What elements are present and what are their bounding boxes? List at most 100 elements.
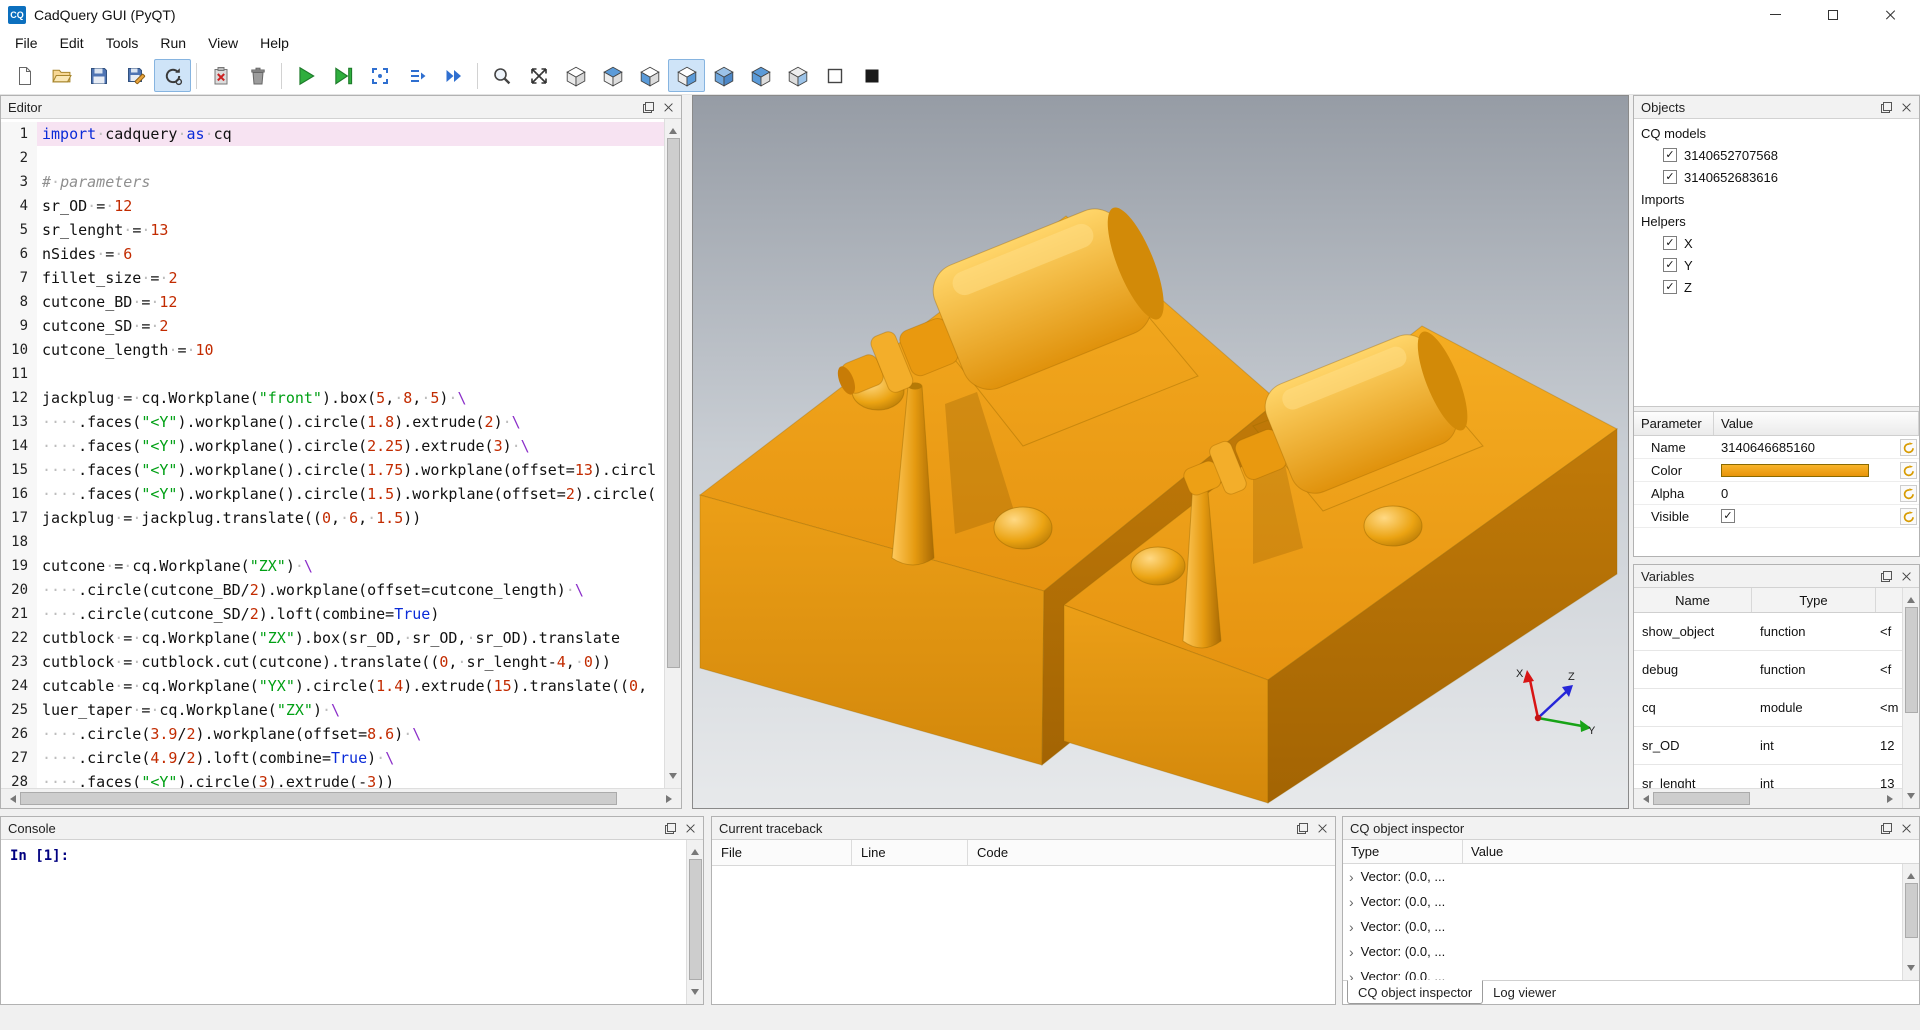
- variable-row-cq[interactable]: cqmodule<m: [1634, 689, 1902, 727]
- scroll-down-icon[interactable]: [669, 773, 677, 783]
- render-button[interactable]: [287, 59, 324, 92]
- variable-row-sr_lenght[interactable]: sr_lenghtint13: [1634, 765, 1902, 788]
- zoom-to-fit-button[interactable]: [483, 59, 520, 92]
- code-line[interactable]: 28····.faces("<Y").circle(3).extrude(-3)…: [1, 770, 664, 788]
- tree-item-3140652683616[interactable]: ✓3140652683616: [1634, 166, 1919, 188]
- new-script-button[interactable]: [6, 59, 43, 92]
- save-script-button[interactable]: [80, 59, 117, 92]
- view-top-button[interactable]: [594, 59, 631, 92]
- property-value[interactable]: 0: [1714, 486, 1919, 501]
- scroll-down-icon[interactable]: [691, 989, 699, 999]
- variables-close-icon[interactable]: [1901, 571, 1912, 582]
- code-line[interactable]: 19cutcone·=·cq.Workplane("ZX")·\: [1, 554, 664, 578]
- expand-arrow-icon[interactable]: ›: [1349, 894, 1354, 910]
- scroll-left-icon[interactable]: [1639, 795, 1649, 803]
- reset-value-button[interactable]: [1900, 485, 1917, 502]
- inspector-row[interactable]: ›Vector: (0.0, ...: [1343, 939, 1902, 964]
- code-line[interactable]: 14····.faces("<Y").workplane().circle(2.…: [1, 434, 664, 458]
- inspector-row[interactable]: ›Vector: (0.0, ...: [1343, 964, 1902, 980]
- reset-value-button[interactable]: [1900, 462, 1917, 479]
- traceback-float-icon[interactable]: [1297, 823, 1308, 834]
- checkbox[interactable]: ✓: [1663, 258, 1677, 272]
- code-line[interactable]: 5sr_lenght·=·13: [1, 218, 664, 242]
- scrollbar-thumb[interactable]: [689, 859, 702, 980]
- scroll-right-icon[interactable]: [1887, 795, 1897, 803]
- view-isometric-button[interactable]: [557, 59, 594, 92]
- variable-row-debug[interactable]: debugfunction<f: [1634, 651, 1902, 689]
- expand-arrow-icon[interactable]: ›: [1349, 944, 1354, 960]
- delete-objects-button[interactable]: [239, 59, 276, 92]
- scrollbar-thumb[interactable]: [1653, 792, 1750, 805]
- debug-button[interactable]: [324, 59, 361, 92]
- variable-row-show_object[interactable]: show_objectfunction<f: [1634, 613, 1902, 651]
- scroll-up-icon[interactable]: [1907, 593, 1915, 603]
- tab-log-viewer[interactable]: Log viewer: [1483, 981, 1566, 1004]
- code-line[interactable]: 2: [1, 146, 664, 170]
- variables-vertical-scrollbar[interactable]: [1902, 588, 1919, 808]
- checkbox[interactable]: ✓: [1663, 236, 1677, 250]
- code-line[interactable]: 8cutcone_BD·=·12: [1, 290, 664, 314]
- inspector-row[interactable]: ›Vector: (0.0, ...: [1343, 914, 1902, 939]
- scroll-up-icon[interactable]: [1907, 869, 1915, 879]
- open-script-button[interactable]: [43, 59, 80, 92]
- tree-item-z[interactable]: ✓Z: [1634, 276, 1919, 298]
- inspector-close-icon[interactable]: [1901, 823, 1912, 834]
- checkbox[interactable]: ✓: [1663, 280, 1677, 294]
- code-line[interactable]: 17jackplug·=·jackplug.translate((0,·6,·1…: [1, 506, 664, 530]
- checkbox[interactable]: ✓: [1663, 170, 1677, 184]
- tree-item-3140652707568[interactable]: ✓3140652707568: [1634, 144, 1919, 166]
- inspector-vertical-scrollbar[interactable]: [1902, 864, 1919, 980]
- clear-console-button[interactable]: [202, 59, 239, 92]
- expand-arrow-icon[interactable]: ›: [1349, 869, 1354, 885]
- close-button[interactable]: [1862, 0, 1920, 29]
- code-line[interactable]: 12jackplug·=·cq.Workplane("front").box(5…: [1, 386, 664, 410]
- menu-view[interactable]: View: [197, 31, 249, 55]
- tree-item-y[interactable]: ✓Y: [1634, 254, 1919, 276]
- scroll-up-icon[interactable]: [691, 845, 699, 855]
- console-float-icon[interactable]: [665, 823, 676, 834]
- maximize-button[interactable]: [1804, 0, 1862, 29]
- code-line[interactable]: 18: [1, 530, 664, 554]
- scroll-up-icon[interactable]: [669, 124, 677, 134]
- code-line[interactable]: 15····.faces("<Y").workplane().circle(1.…: [1, 458, 664, 482]
- checkbox[interactable]: ✓: [1663, 148, 1677, 162]
- save-script-as-button[interactable]: [117, 59, 154, 92]
- console-vertical-scrollbar[interactable]: [686, 840, 703, 1004]
- code-line[interactable]: 22cutblock·=·cq.Workplane("ZX").box(sr_O…: [1, 626, 664, 650]
- code-line[interactable]: 27····.circle(4.9/2).loft(combine=True)·…: [1, 746, 664, 770]
- autoreload-button[interactable]: [154, 59, 191, 92]
- editor-close-icon[interactable]: [663, 102, 674, 113]
- code-line[interactable]: 16····.faces("<Y").workplane().circle(1.…: [1, 482, 664, 506]
- code-line[interactable]: 24cutcable·=·cq.Workplane("YX").circle(1…: [1, 674, 664, 698]
- view-bottom-button[interactable]: [779, 59, 816, 92]
- inspector-row[interactable]: ›Vector: (0.0, ...: [1343, 889, 1902, 914]
- code-line[interactable]: 23cutblock·=·cutblock.cut(cutcone).trans…: [1, 650, 664, 674]
- code-line[interactable]: 9cutcone_SD·=·2: [1, 314, 664, 338]
- tree-item-helpers[interactable]: Helpers: [1634, 210, 1919, 232]
- minimize-button[interactable]: [1746, 0, 1804, 29]
- code-line[interactable]: 13····.faces("<Y").workplane().circle(1.…: [1, 410, 664, 434]
- editor-float-icon[interactable]: [643, 102, 654, 113]
- scrollbar-thumb[interactable]: [1905, 607, 1918, 713]
- reset-value-button[interactable]: [1900, 439, 1917, 456]
- console-close-icon[interactable]: [685, 823, 696, 834]
- code-line[interactable]: 21····.circle(cutcone_SD/2).loft(combine…: [1, 602, 664, 626]
- console-prompt[interactable]: In [1]:: [1, 840, 686, 1004]
- inspector-header-value[interactable]: Value: [1463, 840, 1919, 863]
- view-shaded-button[interactable]: [705, 59, 742, 92]
- code-line[interactable]: 10cutcone_length·=·10: [1, 338, 664, 362]
- inspector-header-type[interactable]: Type: [1343, 840, 1463, 863]
- editor-horizontal-scrollbar[interactable]: [1, 788, 681, 808]
- objects-float-icon[interactable]: [1881, 102, 1892, 113]
- 3d-viewport[interactable]: X Z Y: [692, 95, 1629, 809]
- inspector-float-icon[interactable]: [1881, 823, 1892, 834]
- traceback-header-file[interactable]: File: [712, 840, 852, 865]
- editor-vertical-scrollbar[interactable]: [664, 119, 681, 788]
- traceback-header-code[interactable]: Code: [968, 840, 1335, 865]
- variable-row-sr_OD[interactable]: sr_ODint12: [1634, 727, 1902, 765]
- scroll-right-icon[interactable]: [666, 795, 676, 803]
- code-line[interactable]: 1import·cadquery·as·cq: [1, 122, 664, 146]
- visible-checkbox[interactable]: ✓: [1721, 509, 1735, 523]
- expand-arrow-icon[interactable]: ›: [1349, 969, 1354, 981]
- tree-item-cq-models[interactable]: CQ models: [1634, 122, 1919, 144]
